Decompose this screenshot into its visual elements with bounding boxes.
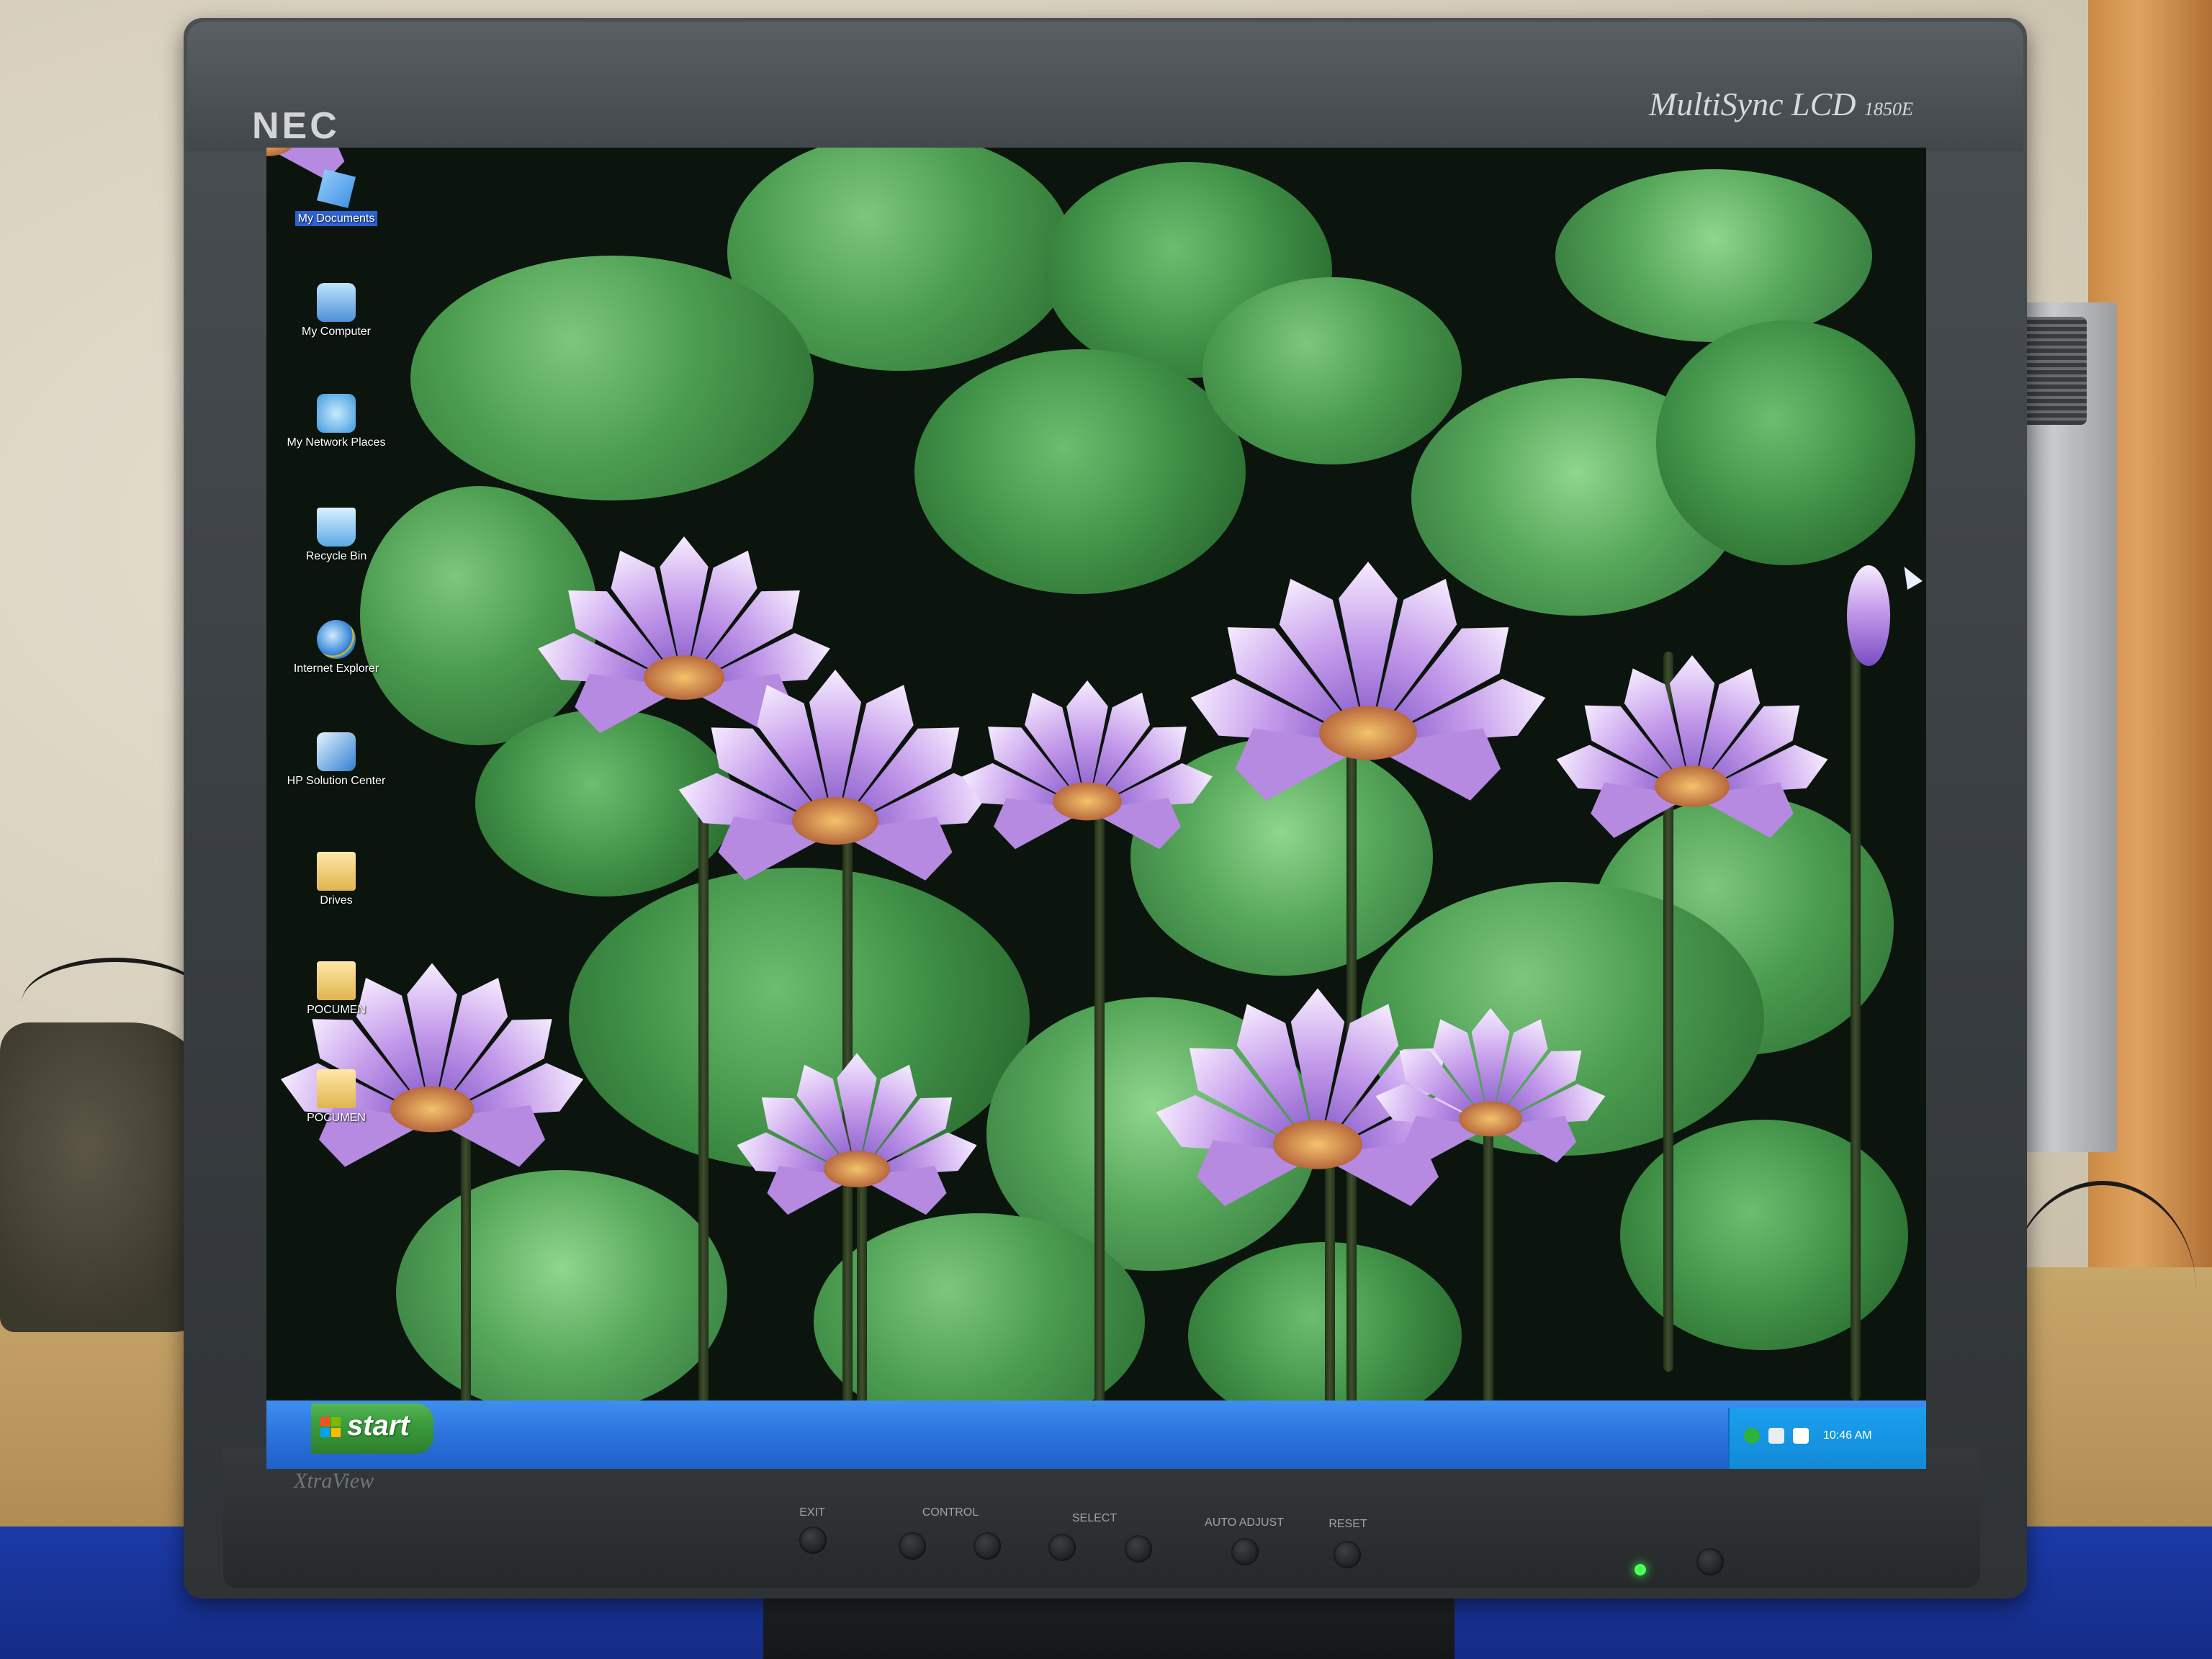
desktop-wallpaper bbox=[266, 148, 1926, 1415]
model-label: MultiSync LCD 1850E bbox=[1649, 85, 1913, 123]
select-minus-button[interactable] bbox=[1048, 1534, 1076, 1561]
lily-pad bbox=[1130, 738, 1433, 976]
safely-remove-hardware-icon[interactable] bbox=[1768, 1428, 1784, 1444]
lily-pad bbox=[396, 1170, 727, 1415]
model-number: 1850E bbox=[1863, 99, 1913, 120]
windows-logo-icon bbox=[320, 1417, 341, 1437]
lily-pad bbox=[1555, 169, 1872, 342]
flower-stem bbox=[1483, 1112, 1493, 1415]
desktop-icon-folder[interactable]: POCUMEN bbox=[275, 961, 397, 1017]
select-plus-button[interactable] bbox=[1125, 1535, 1152, 1563]
icon-label: POCUMEN bbox=[307, 1004, 366, 1016]
my-documents-icon bbox=[317, 169, 356, 208]
icon-label: Internet Explorer bbox=[293, 662, 379, 675]
lily-pad bbox=[569, 868, 1030, 1170]
brand-logo: NEC bbox=[252, 105, 340, 147]
xtraview-label: XtraView bbox=[294, 1469, 374, 1493]
taskbar bbox=[266, 1401, 1926, 1469]
flower-stem bbox=[1851, 608, 1861, 1401]
flower-stem bbox=[1325, 1127, 1335, 1415]
desktop-icon-internet-explorer[interactable]: Internet Explorer bbox=[275, 620, 397, 675]
flower-stem bbox=[1346, 724, 1357, 1415]
desktop-icon-drives[interactable]: Drives bbox=[275, 852, 397, 907]
folder-icon bbox=[317, 1069, 356, 1108]
start-label: start bbox=[347, 1410, 410, 1442]
monitor-screen: My Documents My Computer My Network Plac… bbox=[266, 148, 1926, 1469]
lily-pad bbox=[410, 256, 814, 500]
power-button[interactable] bbox=[1696, 1548, 1724, 1575]
icon-label: Recycle Bin bbox=[305, 550, 367, 562]
start-button[interactable]: start bbox=[311, 1403, 433, 1454]
lily-pad bbox=[1656, 320, 1915, 565]
my-computer-icon bbox=[317, 283, 356, 322]
folder-icon bbox=[317, 852, 356, 891]
flower-stem bbox=[461, 1105, 471, 1415]
network-status-icon[interactable] bbox=[1744, 1428, 1760, 1444]
lily-pad bbox=[1202, 277, 1462, 464]
system-tray: 10:46 AM bbox=[1728, 1408, 1926, 1469]
desktop-icon-hp-solution-center[interactable]: HP Solution Center bbox=[275, 732, 397, 788]
icon-label: POCUMEN bbox=[307, 1112, 366, 1124]
icon-label: My Computer bbox=[301, 325, 372, 338]
taskbar-clock[interactable]: 10:46 AM bbox=[1823, 1429, 1872, 1442]
pc-fan-grille bbox=[2022, 317, 2087, 425]
desktop-icon-recycle-bin[interactable]: Recycle Bin bbox=[275, 508, 397, 563]
cable bbox=[2009, 1181, 2196, 1401]
desktop-icon-my-computer[interactable]: My Computer bbox=[275, 283, 397, 338]
control-label: RESET bbox=[1328, 1518, 1367, 1530]
model-name: MultiSync LCD bbox=[1649, 86, 1856, 122]
folder-icon bbox=[317, 961, 356, 1000]
desktop-icon-my-network-places[interactable]: My Network Places bbox=[275, 394, 397, 449]
icon-label: HP Solution Center bbox=[287, 775, 386, 787]
control-label: SELECT bbox=[1071, 1512, 1118, 1524]
reset-button[interactable] bbox=[1334, 1541, 1361, 1568]
exit-button[interactable] bbox=[799, 1527, 827, 1554]
desktop-icon-folder[interactable]: POCUMEN bbox=[275, 1069, 397, 1125]
lily-pad bbox=[1361, 882, 1764, 1156]
hp-solution-center-icon bbox=[317, 732, 356, 771]
lily-pad bbox=[475, 709, 734, 896]
control-label: EXIT bbox=[799, 1506, 825, 1519]
my-network-places-icon bbox=[317, 394, 356, 433]
internet-explorer-icon bbox=[317, 620, 356, 659]
recycle-bin-icon bbox=[317, 508, 356, 547]
lily-pad bbox=[914, 349, 1246, 594]
flower-stem bbox=[857, 1156, 867, 1415]
control-left-button[interactable] bbox=[899, 1532, 926, 1560]
volume-icon[interactable] bbox=[1793, 1428, 1809, 1444]
flower-stem bbox=[698, 796, 709, 1415]
icon-label: My Network Places bbox=[287, 436, 386, 449]
icon-label: My Documents bbox=[295, 211, 378, 226]
desktop-icon-my-documents[interactable]: My Documents bbox=[275, 169, 397, 226]
flower-stem bbox=[1094, 796, 1105, 1415]
control-label: AUTO ADJUST bbox=[1205, 1516, 1284, 1529]
flower-stem bbox=[842, 839, 853, 1415]
power-led bbox=[1635, 1564, 1646, 1575]
icon-label: Drives bbox=[320, 894, 353, 907]
control-label: CONTROL bbox=[922, 1506, 979, 1519]
control-right-button[interactable] bbox=[974, 1532, 1001, 1560]
flower-stem bbox=[1663, 652, 1673, 1372]
auto-adjust-button[interactable] bbox=[1231, 1538, 1259, 1565]
cable bbox=[22, 958, 209, 1048]
